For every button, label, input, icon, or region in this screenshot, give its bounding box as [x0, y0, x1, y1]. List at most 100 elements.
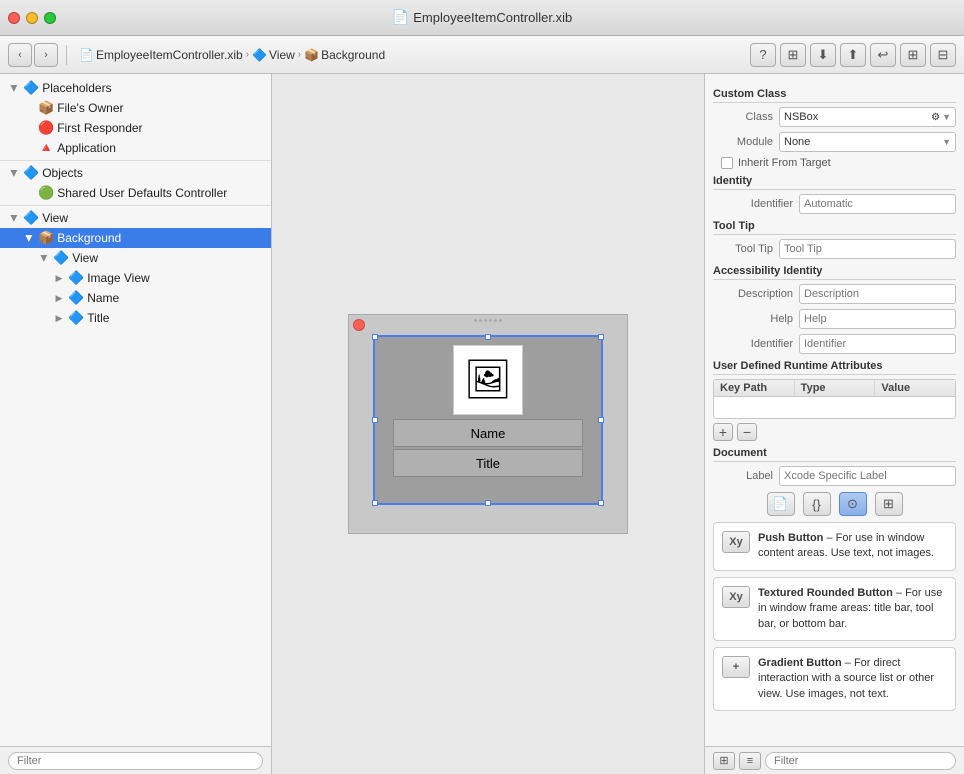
tree-item-title[interactable]: ▶ 🔷 Title [0, 308, 271, 328]
inspector-toggle[interactable]: ⊞ [780, 43, 806, 67]
class-label: Class [713, 111, 773, 123]
tree-item-image-view[interactable]: ▶ 🔷 Image View [0, 268, 271, 288]
breadcrumb-item-background[interactable]: 📦 Background [304, 48, 385, 62]
a11y-description-label: Description [713, 288, 793, 300]
obj-push-button: Xy Push Button – For use in window conte… [713, 522, 956, 571]
a11y-help-input[interactable] [799, 309, 956, 329]
custom-class-title: Custom Class [713, 88, 956, 103]
document-label-label: Label [713, 470, 773, 482]
application-label: Application [57, 141, 116, 155]
module-select[interactable]: None ▼ [779, 132, 956, 152]
breadcrumb-chevron-1: › [246, 49, 249, 60]
left-panel: ▶ 🔷 Placeholders 📦 File's Owner 🔴 First … [0, 74, 272, 774]
split-view-button[interactable]: ⊞ [900, 43, 926, 67]
right-filter-input[interactable] [765, 752, 956, 770]
tree-section-view[interactable]: ▶ 🔷 View [0, 208, 271, 228]
canvas-area: 🖼 Name Title [272, 74, 704, 774]
remove-item-button[interactable]: ⬆ [840, 43, 866, 67]
a11y-description-row: Description [713, 284, 956, 304]
toolbar-separator [66, 45, 67, 65]
view-tree-icon: 🔷 [53, 250, 69, 266]
inherit-checkbox[interactable] [721, 157, 733, 169]
document-label-input[interactable] [779, 466, 956, 486]
canvas-image-placeholder: 🖼 [453, 345, 523, 415]
a11y-identifier-input[interactable] [799, 334, 956, 354]
first-responder-icon: 🔴 [38, 120, 54, 136]
add-attribute-button[interactable]: + [713, 423, 733, 441]
module-field-row: Module None ▼ [713, 132, 956, 152]
files-owner-label: File's Owner [57, 101, 123, 115]
back-button[interactable]: ‹ [8, 43, 32, 67]
identifier-input[interactable] [799, 194, 956, 214]
circle-icon-btn[interactable]: ⊙ [839, 492, 867, 516]
remove-attribute-button[interactable]: − [737, 423, 757, 441]
filter-list-icon-btn[interactable]: ≡ [739, 752, 761, 770]
doc-icon-btn[interactable]: 📄 [767, 492, 795, 516]
a11y-description-input[interactable] [799, 284, 956, 304]
tree-item-shared-user-defaults[interactable]: 🟢 Shared User Defaults Controller [0, 183, 271, 203]
tree-item-name[interactable]: ▶ 🔷 Name [0, 288, 271, 308]
minimize-button[interactable] [26, 12, 38, 24]
objects-label: Objects [42, 166, 83, 180]
view-section-icon: 🔷 [23, 210, 39, 226]
expand-placeholders-icon: ▶ [9, 82, 20, 94]
forward-button[interactable]: › [34, 43, 58, 67]
module-label: Module [713, 136, 773, 148]
breadcrumb-item-xib[interactable]: 📄 EmployeeItemController.xib [79, 48, 243, 62]
left-filter-input[interactable] [8, 752, 263, 770]
title-tree-icon: 🔷 [68, 310, 84, 326]
window-title: 📄 EmployeeItemController.xib [392, 9, 572, 26]
shared-user-defaults-label: Shared User Defaults Controller [57, 186, 227, 200]
table-header: Key Path Type Value [714, 380, 955, 397]
code-icon-btn[interactable]: {} [803, 492, 831, 516]
tree-item-first-responder[interactable]: 🔴 First Responder [0, 118, 271, 138]
canvas-name-box: Name [393, 419, 583, 447]
a11y-identifier-row: Identifier [713, 334, 956, 354]
obj-textured-rounded-button: Xy Textured Rounded Button – For use in … [713, 577, 956, 641]
tooltip-input[interactable] [779, 239, 956, 259]
class-select[interactable]: NSBox ⚙ ▼ [779, 107, 956, 127]
canvas-close-button[interactable] [353, 319, 365, 331]
expand-background-icon: ▶ [24, 232, 35, 244]
breadcrumb-item-view[interactable]: 🔷 View [252, 48, 295, 62]
identifier-field-row: Identifier [713, 194, 956, 214]
bottom-icons-row: 📄 {} ⊙ ⊞ [713, 492, 956, 516]
history-button[interactable]: ↩ [870, 43, 896, 67]
filter-grid-icon-btn[interactable]: ⊞ [713, 752, 735, 770]
section-divider-1 [0, 160, 271, 161]
library-button[interactable]: ⊟ [930, 43, 956, 67]
nav-group: ‹ › [8, 43, 58, 67]
right-filter-bar: ⊞ ≡ [705, 746, 964, 774]
handle-mr [598, 417, 604, 423]
col-key-path: Key Path [714, 380, 795, 396]
image-view-tree-icon: 🔷 [68, 270, 84, 286]
textured-button-xy-icon: Xy [722, 586, 750, 608]
view-tree-label: View [72, 251, 98, 265]
help-button[interactable]: ? [750, 43, 776, 67]
breadcrumb: 📄 EmployeeItemController.xib › 🔷 View › … [79, 48, 385, 62]
obj-gradient-button: + Gradient Button – For direct interacti… [713, 647, 956, 711]
tree-section-objects[interactable]: ▶ 🔷 Objects [0, 163, 271, 183]
identity-title: Identity [713, 175, 956, 190]
name-tree-label: Name [87, 291, 119, 305]
expand-view-icon: ▶ [9, 212, 20, 224]
canvas-inner-box: 🖼 Name Title [373, 335, 603, 505]
tree-item-background[interactable]: ▶ 📦 Background [0, 228, 271, 248]
tree-item-application[interactable]: 🔺 Application [0, 138, 271, 158]
close-button[interactable] [8, 12, 20, 24]
view-section-label: View [42, 211, 68, 225]
add-item-button[interactable]: ⬇ [810, 43, 836, 67]
tooltip-field-row: Tool Tip [713, 239, 956, 259]
grid-icon-btn[interactable]: ⊞ [875, 492, 903, 516]
tree-item-view[interactable]: ▶ 🔷 View [0, 248, 271, 268]
tree-item-files-owner[interactable]: 📦 File's Owner [0, 98, 271, 118]
tree-section-placeholders[interactable]: ▶ 🔷 Placeholders [0, 78, 271, 98]
shared-user-defaults-icon: 🟢 [38, 185, 54, 201]
canvas-window: 🖼 Name Title [348, 314, 628, 534]
class-select-gear-icon: ⚙ [931, 112, 940, 123]
toolbar-right-icons: ? ⊞ ⬇ ⬆ ↩ ⊞ ⊟ [750, 43, 956, 67]
maximize-button[interactable] [44, 12, 56, 24]
gradient-button-desc: Gradient Button – For direct interaction… [758, 656, 947, 702]
inherit-checkbox-row: Inherit From Target [713, 157, 956, 169]
breadcrumb-chevron-2: › [298, 49, 301, 60]
